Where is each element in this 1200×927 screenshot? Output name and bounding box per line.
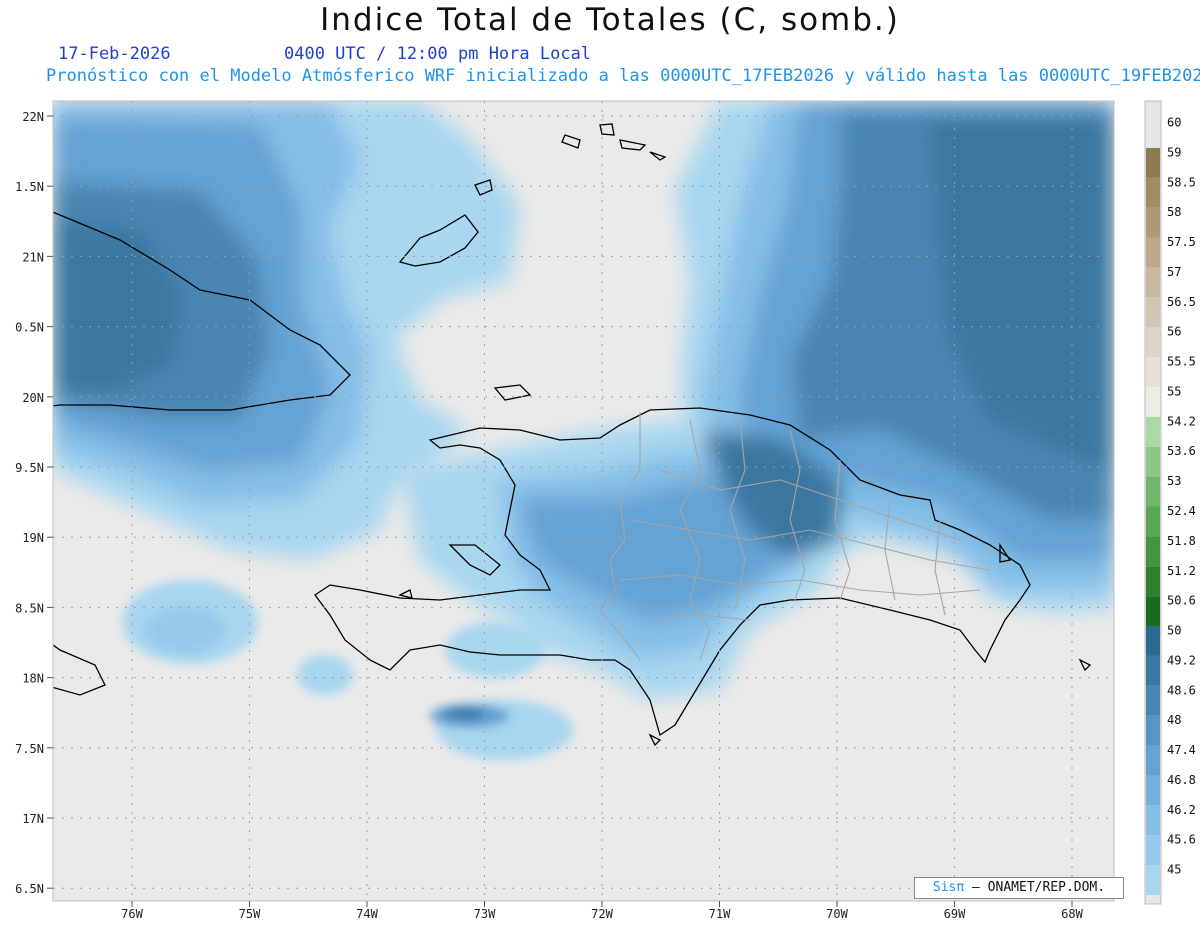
legend-swatch xyxy=(1146,446,1160,477)
latitude-labels: 22N 1.5N 21N 0.5N 20N 9.5N 19N 8.5N 18N 7.5N 17N 6.… xyxy=(15,110,53,896)
legend-label: 52.4 xyxy=(1167,504,1196,518)
legend-swatch xyxy=(1146,536,1160,567)
legend-swatch xyxy=(1146,147,1160,178)
legend-swatch xyxy=(1146,416,1160,447)
lon-label: 70W xyxy=(826,907,848,921)
credit-box: Sisπ – ONAMET/REP.DOM. xyxy=(914,877,1124,899)
legend-label: 53.6 xyxy=(1167,444,1196,458)
lat-label: 22N xyxy=(22,110,44,124)
legend-label: 57.5 xyxy=(1167,235,1196,249)
legend-swatch xyxy=(1146,865,1160,895)
legend-swatch xyxy=(1146,566,1160,597)
legend-label: 48.6 xyxy=(1167,683,1196,697)
lon-label: 73W xyxy=(474,907,496,921)
legend-swatch xyxy=(1146,118,1160,148)
legend-label: 51.2 xyxy=(1167,564,1196,578)
lon-label: 71W xyxy=(709,907,731,921)
legend-swatch xyxy=(1146,506,1160,537)
lat-label: 20N xyxy=(22,391,44,405)
lat-label: 19N xyxy=(22,531,44,545)
legend-swatch xyxy=(1146,476,1160,507)
legend-label: 50.6 xyxy=(1167,594,1196,608)
legend-swatch xyxy=(1146,685,1160,716)
legend-swatch xyxy=(1146,267,1160,298)
legend-swatch xyxy=(1146,745,1160,776)
longitude-labels: 76W 75W 74W 73W 72W 71W 70W 69W 68W xyxy=(121,901,1084,921)
legend-label: 45.6 xyxy=(1167,833,1196,847)
lat-label: 7.5N xyxy=(15,742,44,756)
legend-swatch xyxy=(1146,237,1160,268)
legend-label: 56 xyxy=(1167,325,1181,339)
legend-label: 50 xyxy=(1167,624,1181,638)
legend-label: 54.2 xyxy=(1167,414,1196,428)
legend-label: 51.8 xyxy=(1167,534,1196,548)
legend-label: 49.2 xyxy=(1167,653,1196,667)
legend-label: 48 xyxy=(1167,713,1181,727)
lon-label: 69W xyxy=(944,907,966,921)
legend-swatch xyxy=(1146,655,1160,686)
lat-label: 21N xyxy=(22,250,44,264)
legend-swatch xyxy=(1146,835,1160,866)
color-legend: 45 45.6 46.2 46.8 47.4 48 48.6 49.2 50 50.6 51.2 51… xyxy=(1144,100,1196,905)
legend-label: 53 xyxy=(1167,474,1181,488)
legend-swatch xyxy=(1146,177,1160,208)
legend-swatch xyxy=(1146,357,1160,387)
legend-swatch xyxy=(1146,386,1160,417)
lon-label: 75W xyxy=(239,907,261,921)
legend-swatch xyxy=(1146,297,1160,328)
lat-label: 9.5N xyxy=(15,461,44,475)
lon-label: 68W xyxy=(1061,907,1083,921)
legend-swatch xyxy=(1146,775,1160,806)
legend-label: 45 xyxy=(1167,863,1181,877)
lon-label: 74W xyxy=(356,907,378,921)
legend-swatch xyxy=(1146,715,1160,746)
credit-brand: Sisπ xyxy=(932,880,965,895)
legend-label: 55 xyxy=(1167,384,1181,398)
legend-label: 57 xyxy=(1167,265,1181,279)
lat-label: 1.5N xyxy=(15,180,44,194)
legend-label: 47.4 xyxy=(1167,743,1196,757)
forecast-map: 22N 1.5N 21N 0.5N 20N 9.5N 19N 8.5N 18N 7.5N 17N 6.… xyxy=(15,100,1196,921)
lat-label: 8.5N xyxy=(15,601,44,615)
legend-swatch xyxy=(1146,596,1160,627)
lat-label: 0.5N xyxy=(15,321,44,335)
lat-label: 17N xyxy=(22,812,44,826)
legend-swatch xyxy=(1146,327,1160,358)
lon-label: 76W xyxy=(121,907,143,921)
legend-label: 46.2 xyxy=(1167,803,1196,817)
lat-label: 6.5N xyxy=(15,882,44,896)
lon-label: 72W xyxy=(591,907,613,921)
legend-swatch xyxy=(1146,805,1160,836)
legend-label: 60 xyxy=(1167,115,1181,129)
legend-label: 59 xyxy=(1167,145,1181,159)
legend-swatch xyxy=(1146,207,1160,238)
credit-text: – ONAMET/REP.DOM. xyxy=(964,880,1106,895)
legend-label: 58.5 xyxy=(1167,175,1196,189)
legend-label: 55.5 xyxy=(1167,355,1196,369)
legend-label: 46.8 xyxy=(1167,773,1196,787)
legend-label: 58 xyxy=(1167,205,1181,219)
lat-label: 18N xyxy=(22,672,44,686)
legend-label: 56.5 xyxy=(1167,295,1196,309)
legend-swatch xyxy=(1146,626,1160,656)
